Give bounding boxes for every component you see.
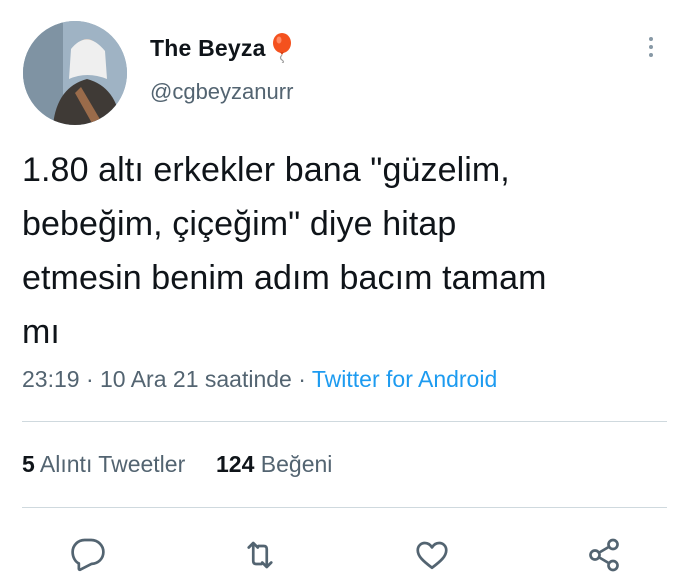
quote-label: Alıntı Tweetler bbox=[39, 451, 186, 477]
tweet-meta: 23:19 · 10 Ara 21 saatinde · Twitter for… bbox=[22, 366, 497, 393]
reply-button[interactable] bbox=[68, 535, 108, 575]
tweet-source-link[interactable]: Twitter for Android bbox=[312, 366, 497, 392]
divider bbox=[22, 421, 667, 422]
quote-tweets-stat[interactable]: 5 Alıntı Tweetler bbox=[22, 451, 192, 477]
balloon-icon bbox=[271, 33, 293, 64]
author-handle[interactable]: @cgbeyzanurr bbox=[150, 79, 293, 105]
display-name[interactable]: The Beyza bbox=[150, 35, 266, 62]
tweet-line: etmesin benim adım bacım tamam bbox=[22, 259, 547, 297]
tweet-stats: 5 Alıntı Tweetler 124 Beğeni bbox=[22, 451, 332, 478]
like-button[interactable] bbox=[412, 535, 452, 575]
likes-count: 124 bbox=[216, 451, 255, 477]
reply-icon bbox=[71, 538, 105, 572]
tweet-time[interactable]: 23:19 bbox=[22, 366, 80, 392]
tweet-line: bebeğim, çiçeğim" diye hitap bbox=[22, 205, 457, 243]
likes-stat[interactable]: 124 Beğeni bbox=[216, 451, 332, 477]
meta-separator: · bbox=[298, 366, 306, 392]
tweet-line: mı bbox=[22, 313, 60, 351]
share-button[interactable] bbox=[584, 535, 624, 575]
more-options-icon[interactable] bbox=[645, 37, 657, 63]
like-icon bbox=[416, 541, 448, 570]
divider bbox=[22, 507, 667, 508]
share-icon bbox=[589, 538, 619, 572]
tweet-line: 1.80 altı erkekler bana "güzelim, bbox=[22, 151, 510, 189]
likes-label: Beğeni bbox=[260, 451, 333, 477]
tweet-date[interactable]: 10 Ara 21 saatinde bbox=[100, 366, 292, 392]
avatar[interactable] bbox=[23, 21, 127, 125]
author-name-row: The Beyza bbox=[150, 33, 293, 64]
retweet-button[interactable] bbox=[240, 535, 280, 575]
tweet-text: 1.80 altı erkekler bana "güzelim, bebeği… bbox=[22, 143, 677, 359]
quote-count: 5 bbox=[22, 451, 35, 477]
avatar-photo bbox=[23, 21, 127, 125]
retweet-icon bbox=[247, 541, 273, 569]
meta-separator: · bbox=[85, 366, 94, 392]
